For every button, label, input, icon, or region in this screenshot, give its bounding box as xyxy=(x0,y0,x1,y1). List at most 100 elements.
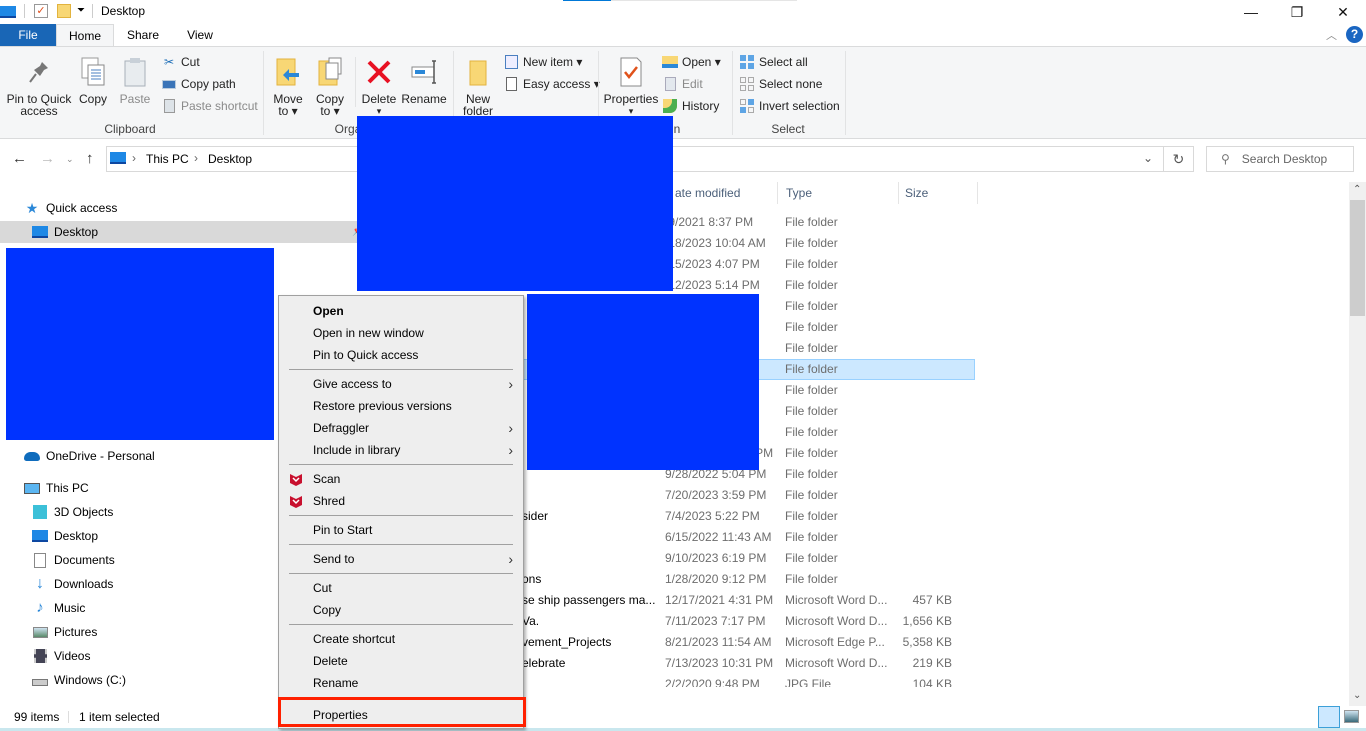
menu-item-include-in-library[interactable]: Include in library › xyxy=(279,439,523,461)
file-name: elebrate xyxy=(522,656,566,670)
menu-item-pin-to-quick-access[interactable]: Pin to Quick access xyxy=(279,344,523,366)
scrollbar-thumb[interactable] xyxy=(1350,200,1365,316)
customize-quick-access-icon[interactable]: ⏷ xyxy=(77,5,85,16)
breadcrumb-this-pc[interactable]: This PC xyxy=(146,152,189,166)
select-none-button[interactable]: Select none xyxy=(739,75,822,93)
this-pc-icon xyxy=(110,152,126,164)
menu-separator xyxy=(289,515,513,516)
file-row[interactable]: vement_Projects 8/21/2023 11:54 AM Microso… xyxy=(0,632,1346,653)
copy-to-button[interactable]: Copy to ▾ xyxy=(312,57,348,117)
move-to-icon xyxy=(274,57,302,87)
menu-item-cut[interactable]: Cut xyxy=(279,577,523,599)
up-arrow-icon[interactable]: ↑ xyxy=(86,150,94,167)
menu-item-scan[interactable]: Scan xyxy=(279,468,523,490)
close-button[interactable]: ✕ xyxy=(1320,0,1366,24)
file-date: 7/13/2023 10:31 PM xyxy=(665,656,774,670)
delete-button[interactable]: Delete ▾ xyxy=(360,57,398,117)
easy-access-button[interactable]: Easy access ▾ xyxy=(503,75,600,93)
file-name: sider xyxy=(522,509,549,523)
pin-to-quick-access-button[interactable]: Pin to Quick access xyxy=(4,57,74,117)
column-header-date[interactable]: ate modified xyxy=(675,186,740,200)
new-item-button[interactable]: New item ▾ xyxy=(503,53,582,71)
file-name: vement_Projects xyxy=(522,635,612,649)
mcafee-icon xyxy=(289,472,303,486)
file-row[interactable]: 2/2/2020 9:48 PM JPG File 104 KB xyxy=(0,674,1346,687)
file-date: /18/2023 10:04 AM xyxy=(665,236,766,250)
cut-button[interactable]: ✂ Cut xyxy=(161,53,200,71)
menu-item-delete[interactable]: Delete xyxy=(279,650,523,672)
column-header-size[interactable]: Size xyxy=(905,186,928,200)
file-date: 7/4/2023 5:22 PM xyxy=(665,509,760,523)
file-row[interactable]: 6/15/2022 11:43 AM File folder xyxy=(0,527,1346,548)
properties-quick-icon[interactable]: ✓ xyxy=(34,4,48,18)
menu-item-create-shortcut[interactable]: Create shortcut xyxy=(279,628,523,650)
menu-item-pin-to-start[interactable]: Pin to Start xyxy=(279,519,523,541)
menu-item-defraggler[interactable]: Defraggler › xyxy=(279,417,523,439)
copy-path-button[interactable]: Copy path xyxy=(161,75,236,93)
search-input[interactable]: ⚲ Search Desktop xyxy=(1206,146,1354,172)
copy-path-icon xyxy=(161,76,177,92)
collapse-ribbon-icon[interactable]: ︿ xyxy=(1326,27,1337,43)
vertical-scrollbar[interactable]: ⌃ ⌄ xyxy=(1349,182,1366,706)
file-date: 6/15/2022 11:43 AM xyxy=(665,530,772,544)
new-item-icon xyxy=(503,54,519,70)
menu-item-open[interactable]: Open xyxy=(279,300,523,322)
column-header-type[interactable]: Type xyxy=(786,186,812,200)
file-row[interactable]: se ship passengers ma... 12/17/2021 4:31 … xyxy=(0,590,1346,611)
menu-item-shred[interactable]: Shred xyxy=(279,490,523,512)
file-row[interactable]: 9/10/2023 6:19 PM File folder xyxy=(0,548,1346,569)
recent-locations-icon[interactable]: ⌄ xyxy=(66,154,74,165)
file-row[interactable]: 7/20/2023 3:59 PM File folder xyxy=(0,485,1346,506)
rename-button[interactable]: Rename xyxy=(401,57,447,105)
menu-item-rename[interactable]: Rename xyxy=(279,672,523,694)
file-row[interactable]: /9/2021 8:37 PM File folder xyxy=(0,212,1346,233)
open-button[interactable]: Open ▾ xyxy=(662,53,721,71)
properties-ribbon-button[interactable]: Properties ▾ xyxy=(602,57,660,117)
back-arrow-icon[interactable]: ← xyxy=(12,150,27,167)
chevron-right-icon: › xyxy=(508,551,513,567)
file-row[interactable]: elebrate 7/13/2023 10:31 PM Microsoft Word… xyxy=(0,653,1346,674)
ribbon-tabs: File Home Share View ︿ ? xyxy=(0,24,1366,46)
menu-item-restore-previous-versions[interactable]: Restore previous versions xyxy=(279,395,523,417)
file-type: File folder xyxy=(785,278,838,292)
file-row[interactable]: ons 1/28/2020 9:12 PM File folder xyxy=(0,569,1346,590)
menu-item-copy[interactable]: Copy xyxy=(279,599,523,621)
scroll-up-icon[interactable]: ⌃ xyxy=(1353,184,1361,195)
invert-selection-button[interactable]: Invert selection xyxy=(739,97,840,115)
file-size: 5,358 KB xyxy=(902,635,952,649)
paste-shortcut-button[interactable]: Paste shortcut xyxy=(161,97,258,115)
copy-button[interactable]: Copy xyxy=(76,57,110,105)
menu-separator xyxy=(289,464,513,465)
select-all-button[interactable]: Select all xyxy=(739,53,808,71)
minimize-button[interactable]: — xyxy=(1228,0,1274,24)
large-icons-view-button[interactable] xyxy=(1344,710,1359,723)
group-label-clipboard: Clipboard xyxy=(104,122,156,136)
tab-share[interactable]: Share xyxy=(114,24,172,46)
maximize-button[interactable]: ❐ xyxy=(1274,0,1320,24)
refresh-button[interactable]: ↻ xyxy=(1164,146,1194,172)
menu-item-send-to[interactable]: Send to › xyxy=(279,548,523,570)
scroll-down-icon[interactable]: ⌄ xyxy=(1353,690,1361,701)
history-button[interactable]: History xyxy=(662,97,719,115)
new-folder-button[interactable]: New folder xyxy=(458,57,498,117)
file-type: File folder xyxy=(785,236,838,250)
edit-button[interactable]: Edit xyxy=(662,75,703,93)
file-row[interactable]: sider 7/4/2023 5:22 PM File folder xyxy=(0,506,1346,527)
tab-home[interactable]: Home xyxy=(56,24,114,46)
paste-button[interactable]: Paste xyxy=(118,57,152,105)
tab-file[interactable]: File xyxy=(0,24,56,46)
menu-item-give-access-to[interactable]: Give access to › xyxy=(279,373,523,395)
properties-highlight-box xyxy=(278,697,526,727)
file-row[interactable]: Va. 7/11/2023 7:17 PM Microsoft Word D... 1… xyxy=(0,611,1346,632)
context-menu: Open Open in new window Pin to Quick acces… xyxy=(278,295,524,729)
move-to-button[interactable]: Move to ▾ xyxy=(270,57,306,117)
new-folder-quick-icon[interactable] xyxy=(57,4,71,18)
breadcrumb-desktop[interactable]: Desktop xyxy=(208,152,252,166)
details-view-button[interactable] xyxy=(1318,706,1340,728)
tab-view[interactable]: View xyxy=(172,24,228,46)
address-dropdown-icon[interactable]: ⌄ xyxy=(1143,151,1153,165)
menu-item-open-in-new-window[interactable]: Open in new window xyxy=(279,322,523,344)
file-type: Microsoft Word D... xyxy=(785,593,888,607)
help-icon[interactable]: ? xyxy=(1346,26,1363,43)
forward-arrow-icon[interactable]: → xyxy=(40,150,55,167)
